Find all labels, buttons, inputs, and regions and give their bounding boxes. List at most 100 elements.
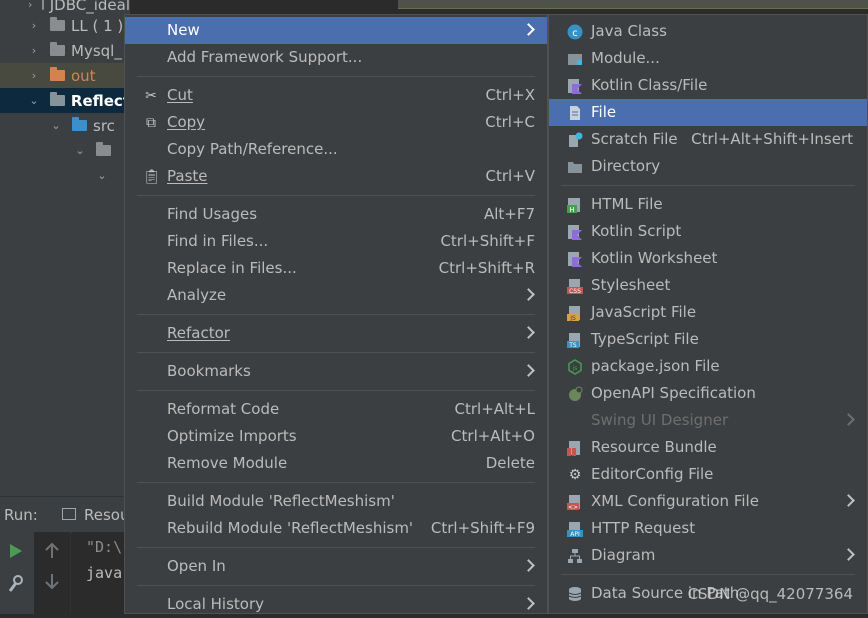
nodejs-icon: js: [567, 359, 583, 375]
menu-item-file[interactable]: File: [549, 99, 867, 126]
run-tab[interactable]: Resou: [84, 506, 129, 524]
menu-item-kotlin-worksheet[interactable]: Kotlin Worksheet: [549, 245, 867, 272]
openapi-icon: [567, 386, 583, 402]
menu-item-directory[interactable]: Directory: [549, 153, 867, 180]
tree-item-subpackage[interactable]: ⌄: [0, 163, 130, 188]
menu-item-label: Module...: [591, 49, 660, 67]
menu-item-label: Refactor: [167, 324, 230, 342]
menu-item-label: Replace in Files...: [167, 259, 297, 277]
chevron-down-icon[interactable]: ⌄: [50, 119, 62, 132]
menu-item-shortcut: Ctrl+Shift+R: [438, 259, 535, 277]
menu-item-xml-config[interactable]: <> XML Configuration File: [549, 488, 867, 515]
menu-item-analyze[interactable]: Analyze: [125, 282, 547, 309]
menu-separator: [137, 547, 535, 548]
console-output[interactable]: "D:\ java: [72, 532, 132, 614]
run-icon[interactable]: [0, 532, 34, 614]
menu-item-find-in-files[interactable]: Find in Files... Ctrl+Shift+F: [125, 228, 547, 255]
menu-item-stylesheet[interactable]: CSS Stylesheet: [549, 272, 867, 299]
menu-item-package-json[interactable]: js package.json File: [549, 353, 867, 380]
menu-item-add-framework-support[interactable]: Add Framework Support...: [125, 44, 547, 71]
menu-separator: [561, 185, 855, 186]
chevron-down-icon[interactable]: ⌄: [96, 169, 108, 182]
scratch-file-icon: [567, 132, 583, 148]
tree-item-label: JDBC_ideal: [49, 0, 130, 14]
menu-item-resource-bundle[interactable]: Resource Bundle: [549, 434, 867, 461]
run-side-toolbar-2: [34, 532, 71, 614]
run-side-toolbar: [0, 532, 35, 614]
chevron-down-icon[interactable]: ⌄: [74, 144, 86, 157]
menu-item-optimize-imports[interactable]: Optimize Imports Ctrl+Alt+O: [125, 423, 547, 450]
menu-item-refactor[interactable]: Refactor: [125, 320, 547, 347]
menu-item-open-in[interactable]: Open In: [125, 553, 547, 580]
chevron-right-icon[interactable]: ›: [28, 19, 40, 32]
menu-item-shortcut: Alt+F7: [483, 205, 535, 223]
menu-item-scratch-file[interactable]: Scratch File Ctrl+Alt+Shift+Insert: [549, 126, 867, 153]
menu-item-new[interactable]: New: [125, 17, 547, 44]
tree-item-src[interactable]: ⌄ src: [0, 113, 130, 138]
tree-item-label: src: [93, 116, 115, 135]
wrench-icon: [8, 575, 23, 592]
menu-item-shortcut: Ctrl+Alt+Shift+Insert: [691, 130, 853, 148]
scroll-arrows-icon[interactable]: [34, 532, 70, 614]
menu-separator: [137, 195, 535, 196]
menu-item-label: New: [167, 21, 200, 39]
package-folder-icon: [96, 142, 111, 156]
kotlin-worksheet-icon: [567, 251, 583, 267]
menu-item-remove-module[interactable]: Remove Module Delete: [125, 450, 547, 477]
folder-icon: [567, 159, 583, 175]
menu-item-openapi[interactable]: OpenAPI Specification: [549, 380, 867, 407]
chevron-right-icon[interactable]: ›: [28, 44, 40, 57]
menu-item-label: Directory: [591, 157, 661, 175]
menu-item-swing-ui-designer[interactable]: Swing UI Designer: [549, 407, 867, 434]
menu-item-copy-path[interactable]: Copy Path/Reference...: [125, 136, 547, 163]
menu-item-editorconfig[interactable]: ⚙ EditorConfig File: [549, 461, 867, 488]
menu-item-reformat-code[interactable]: Reformat Code Ctrl+Alt+L: [125, 396, 547, 423]
menu-item-kotlin-class[interactable]: Kotlin Class/File: [549, 72, 867, 99]
chevron-right-icon: [522, 326, 535, 339]
run-label: Run:: [4, 506, 38, 524]
menu-item-build-module[interactable]: Build Module 'ReflectMeshism': [125, 488, 547, 515]
chevron-down-icon[interactable]: ⌄: [28, 94, 40, 107]
tree-item-label: Reflect: [70, 91, 130, 110]
clipboard-icon: 📋︎: [143, 169, 161, 185]
menu-item-bookmarks[interactable]: Bookmarks: [125, 358, 547, 385]
menu-item-http-request[interactable]: API HTTP Request: [549, 515, 867, 542]
tree-item-mysql[interactable]: › Mysql_: [0, 38, 130, 63]
chevron-right-icon[interactable]: ›: [28, 0, 32, 11]
menu-item-label: JavaScript File: [591, 303, 697, 321]
menu-item-replace-in-files[interactable]: Replace in Files... Ctrl+Shift+R: [125, 255, 547, 282]
tree-item-ll[interactable]: › LL ( 1 ): [0, 13, 130, 38]
tree-item-out[interactable]: › out: [0, 63, 130, 88]
menu-separator: [137, 482, 535, 483]
menu-item-rebuild-module[interactable]: Rebuild Module 'ReflectMeshism' Ctrl+Shi…: [125, 515, 547, 542]
menu-item-label: Copy Path/Reference...: [167, 140, 338, 158]
menu-item-paste[interactable]: 📋︎ Paste Ctrl+V: [125, 163, 547, 190]
chevron-right-icon[interactable]: ›: [28, 69, 40, 82]
tree-item-label: LL ( 1 ): [71, 16, 124, 35]
menu-item-label: Copy: [167, 113, 206, 131]
svg-text:TS: TS: [568, 342, 577, 348]
menu-item-find-usages[interactable]: Find Usages Alt+F7: [125, 201, 547, 228]
run-toolbar: Run: Resou: [0, 496, 130, 533]
menu-item-cut[interactable]: ✂ Cut Ctrl+X: [125, 82, 547, 109]
menu-item-html-file[interactable]: H HTML File: [549, 191, 867, 218]
menu-item-module[interactable]: Module...: [549, 45, 867, 72]
menu-item-label: HTML File: [591, 195, 663, 213]
menu-separator: [137, 390, 535, 391]
menu-item-label: Stylesheet: [591, 276, 671, 294]
menu-item-label: Bookmarks: [167, 362, 251, 380]
tree-item-package[interactable]: ⌄: [0, 138, 130, 163]
menu-item-kotlin-script[interactable]: Kotlin Script: [549, 218, 867, 245]
menu-item-label: Local History: [167, 595, 265, 613]
menu-item-javascript-file[interactable]: JS JavaScript File: [549, 299, 867, 326]
menu-item-copy[interactable]: ⧉ Copy Ctrl+C: [125, 109, 547, 136]
menu-item-typescript-file[interactable]: TS TypeScript File: [549, 326, 867, 353]
console-line: java: [86, 564, 123, 582]
module-folder-icon: [49, 92, 65, 106]
menu-item-java-class[interactable]: c Java Class: [549, 18, 867, 45]
tree-item-reflect[interactable]: ⌄ Reflect: [0, 88, 130, 113]
menu-item-diagram[interactable]: Diagram: [549, 542, 867, 569]
chevron-right-icon: [522, 23, 535, 36]
menu-item-label: Paste: [167, 167, 208, 185]
tree-item-label: Mysql_: [71, 41, 122, 60]
